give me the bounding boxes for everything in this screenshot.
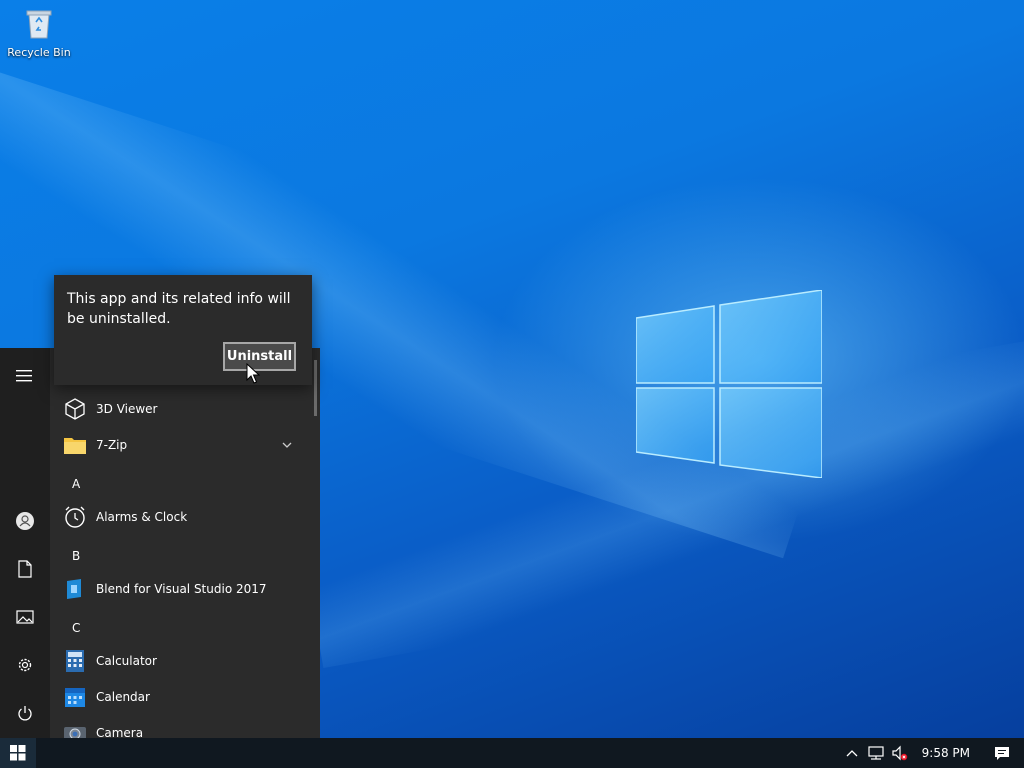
blend-icon — [62, 576, 88, 602]
app-camera[interactable]: Camera — [62, 717, 312, 738]
app-blend-vs-2017[interactable]: Blend for Visual Studio 2017 — [62, 573, 312, 605]
recycle-bin-shortcut[interactable]: Recycle Bin — [6, 6, 72, 59]
network-button[interactable] — [864, 738, 888, 768]
app-label: Blend for Visual Studio 2017 — [96, 582, 267, 596]
windows-start-icon — [10, 745, 26, 761]
recycle-bin-icon — [26, 10, 52, 39]
volume-muted-icon — [892, 745, 907, 761]
folder-icon — [62, 432, 88, 458]
letter-header-c[interactable]: C — [72, 621, 80, 635]
recycle-bin-label: Recycle Bin — [7, 46, 71, 59]
app-label: Calendar — [96, 690, 150, 704]
action-center-button[interactable] — [980, 738, 1024, 768]
start-rail — [0, 348, 50, 738]
start-button[interactable] — [0, 738, 36, 768]
letter-header-a[interactable]: A — [72, 477, 80, 491]
chevron-up-icon — [846, 750, 858, 757]
pictures-icon — [16, 610, 34, 624]
app-list-scrollbar[interactable] — [314, 360, 317, 416]
system-tray: 9:58 PM — [840, 738, 1024, 768]
documents-button[interactable] — [13, 557, 37, 581]
app-label: Camera — [96, 726, 144, 738]
user-account-icon — [16, 512, 34, 530]
3d-viewer-icon — [62, 396, 88, 422]
taskbar-clock[interactable]: 9:58 PM — [912, 746, 980, 760]
windows-logo-wallpaper — [636, 290, 822, 478]
pictures-button[interactable] — [13, 605, 37, 629]
power-button[interactable] — [13, 701, 37, 725]
alarm-clock-icon — [62, 504, 88, 530]
user-account-button[interactable] — [13, 509, 37, 533]
uninstall-message: This app and its related info will be un… — [67, 291, 291, 327]
network-icon — [868, 746, 884, 760]
settings-icon — [18, 658, 32, 672]
chevron-down-icon[interactable] — [282, 442, 292, 448]
app-list: 3D Viewer 7-Zip A Alarms & Clock B Blend… — [54, 348, 320, 738]
documents-icon — [18, 560, 32, 578]
app-label: 3D Viewer — [96, 402, 158, 416]
hamburger-menu-button[interactable] — [13, 364, 37, 388]
app-3d-viewer[interactable]: 3D Viewer — [62, 393, 312, 425]
start-menu: 3D Viewer 7-Zip A Alarms & Clock B Blend… — [0, 348, 320, 738]
power-icon — [18, 706, 32, 721]
volume-button[interactable] — [888, 738, 912, 768]
app-calculator[interactable]: Calculator — [62, 645, 312, 677]
app-calendar[interactable]: Calendar — [62, 681, 312, 713]
camera-icon — [62, 720, 88, 738]
app-alarms-clock[interactable]: Alarms & Clock — [62, 501, 312, 533]
settings-button[interactable] — [13, 653, 37, 677]
app-label: Calculator — [96, 654, 157, 668]
uninstall-confirmation-flyout: This app and its related info will be un… — [54, 275, 312, 385]
app-label: Alarms & Clock — [96, 510, 188, 524]
notifications-icon — [995, 746, 1009, 760]
calendar-icon — [62, 684, 88, 710]
taskbar: 9:58 PM — [0, 738, 1024, 768]
mouse-cursor-icon — [246, 363, 260, 384]
letter-header-b[interactable]: B — [72, 549, 80, 563]
show-hidden-icons-button[interactable] — [840, 738, 864, 768]
calculator-icon — [62, 648, 88, 674]
hamburger-menu-icon — [16, 370, 32, 382]
app-7-zip[interactable]: 7-Zip — [62, 429, 312, 461]
app-label: 7-Zip — [96, 438, 128, 452]
